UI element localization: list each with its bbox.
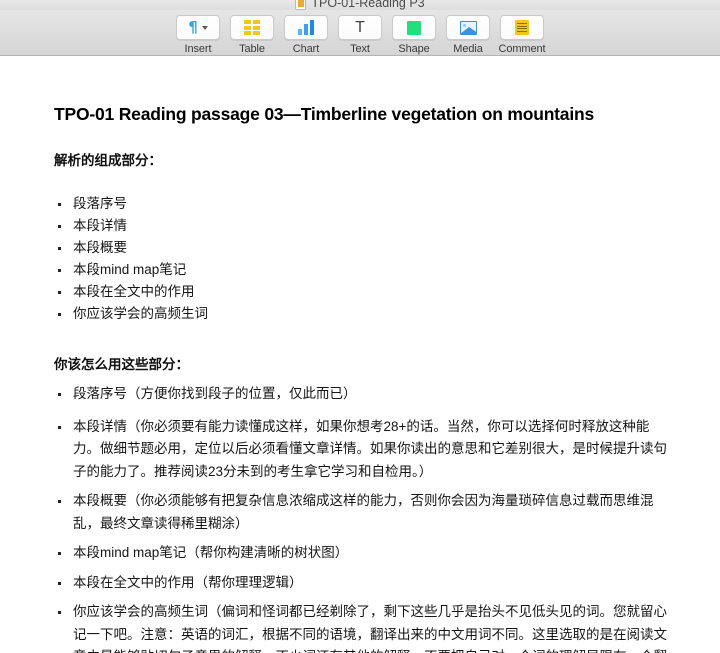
list-item: 你应该学会的高频生词 bbox=[54, 303, 676, 325]
bar-chart-icon bbox=[298, 20, 314, 35]
toolbar-button-media[interactable]: Media bbox=[444, 15, 492, 56]
pilcrow-insert-icon: ¶ bbox=[188, 18, 198, 36]
toolbar-label-text: Text bbox=[350, 43, 370, 55]
parts-list: 段落序号 本段详情 本段概要 本段mind map笔记 本段在全文中的作用 你应… bbox=[54, 193, 676, 325]
insert-icon-box[interactable]: ¶ bbox=[176, 15, 220, 40]
window-title-text: TPO-01-Reading P3 bbox=[311, 0, 425, 10]
list-item: 段落序号 bbox=[54, 193, 676, 215]
pages-app-window: TPO-01-Reading P3 ¶ Insert Table Chart T… bbox=[0, 0, 720, 653]
list-item: 段落序号（方便你找到段子的位置，仅此而已） bbox=[54, 383, 676, 406]
list-item: 本段mind map笔记（帮你构建清晰的树状图） bbox=[54, 542, 676, 565]
comment-note-icon bbox=[515, 20, 529, 35]
toolbar-button-table[interactable]: Table bbox=[228, 15, 276, 56]
list-item: 本段概要（你必须能够有把复杂信息浓缩成这样的能力，否则你会因为海量琐碎信息过载而… bbox=[54, 490, 676, 535]
section-heading-usage: 你该怎么用这些部分： bbox=[54, 357, 189, 372]
toolbar-label-shape: Shape bbox=[398, 43, 430, 55]
usage-list: 段落序号（方便你找到段子的位置，仅此而已） 本段详情（你必须要有能力读懂成这样，… bbox=[54, 383, 676, 653]
toolbar-label-table: Table bbox=[239, 43, 265, 55]
shape-square-icon bbox=[407, 20, 421, 35]
document-scroll-area[interactable]: TPO-01 Reading passage 03—Timberline veg… bbox=[0, 56, 720, 653]
document-page[interactable]: TPO-01 Reading passage 03—Timberline veg… bbox=[0, 56, 720, 653]
toolbar-label-insert: Insert bbox=[184, 43, 212, 55]
text-icon-box[interactable]: T bbox=[338, 15, 382, 40]
window-titlebar: TPO-01-Reading P3 bbox=[0, 0, 720, 10]
comment-icon-box[interactable] bbox=[500, 15, 544, 40]
toolbar-button-text[interactable]: T Text bbox=[336, 15, 384, 56]
toolbar-button-chart[interactable]: Chart bbox=[282, 15, 330, 56]
text-box-icon: T bbox=[355, 18, 365, 36]
section-heading-parts: 解析的组成部分： bbox=[54, 153, 162, 168]
toolbar-label-comment: Comment bbox=[498, 43, 546, 55]
page-title: TPO-01 Reading passage 03—Timberline veg… bbox=[54, 104, 595, 124]
toolbar-button-shape[interactable]: Shape bbox=[390, 15, 438, 56]
media-picture-icon bbox=[459, 20, 477, 35]
toolbar-label-media: Media bbox=[453, 43, 483, 55]
toolbar-button-comment[interactable]: Comment bbox=[498, 15, 546, 56]
shape-icon-box[interactable] bbox=[392, 15, 436, 40]
main-toolbar: ¶ Insert Table Chart T Text Shape Media … bbox=[0, 10, 720, 56]
table-icon bbox=[244, 20, 260, 35]
list-item: 本段在全文中的作用（帮你理理逻辑） bbox=[54, 572, 676, 595]
pages-document-icon bbox=[295, 0, 307, 10]
list-item: 本段mind map笔记 bbox=[54, 259, 676, 281]
titlebar-document-label: TPO-01-Reading P3 bbox=[0, 0, 720, 10]
list-item: 本段概要 bbox=[54, 237, 676, 259]
list-item: 本段详情 bbox=[54, 215, 676, 237]
toolbar-label-chart: Chart bbox=[292, 43, 320, 55]
media-icon-box[interactable] bbox=[446, 15, 490, 40]
list-item: 本段详情（你必须要有能力读懂成这样，如果你想考28+的话。当然，你可以选择何时释… bbox=[54, 416, 676, 484]
toolbar-button-insert[interactable]: ¶ Insert bbox=[174, 15, 222, 56]
list-item: 本段在全文中的作用 bbox=[54, 281, 676, 303]
chart-icon-box[interactable] bbox=[284, 15, 328, 40]
chevron-down-icon bbox=[201, 25, 208, 30]
list-item: 你应该学会的高频生词（偏词和怪词都已经剃除了，剩下这些几乎是抬头不见低头见的词。… bbox=[54, 601, 676, 653]
table-icon-box[interactable] bbox=[230, 15, 274, 40]
